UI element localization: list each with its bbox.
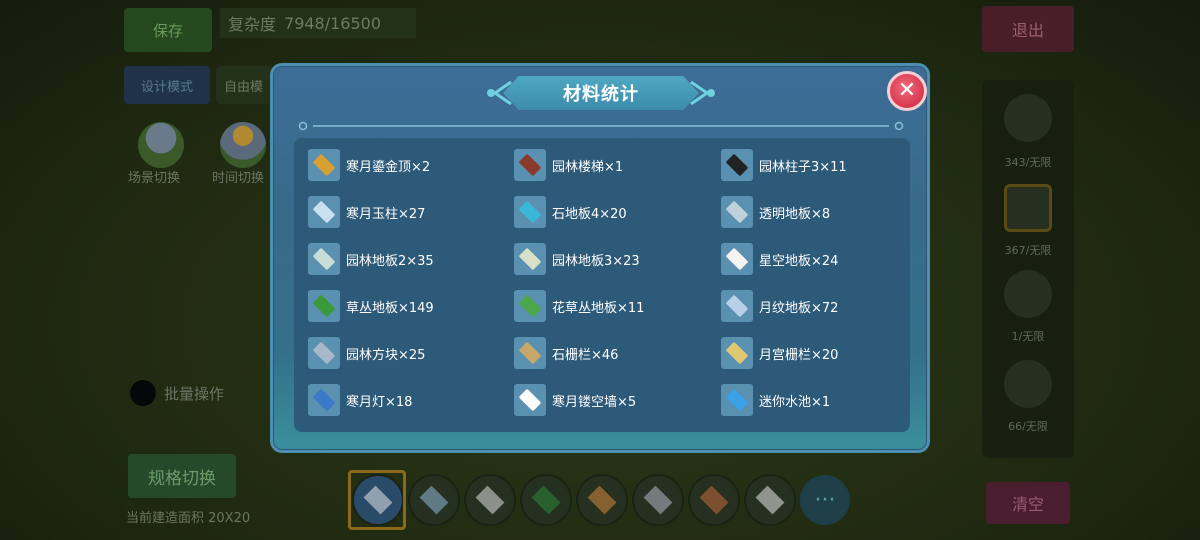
block-category-panel: 343/无限 367/无限 1/无限 66/无限	[982, 80, 1074, 458]
moon-tile-icon[interactable]	[408, 474, 460, 526]
white-tile-icon[interactable]	[464, 474, 516, 526]
ornament-right-icon	[690, 80, 715, 106]
material-item-label: 园林柱子3×11	[759, 159, 847, 175]
railing-icon[interactable]	[1004, 94, 1052, 142]
grass-block-icon[interactable]	[520, 474, 572, 526]
wall-block-icon[interactable]	[1004, 184, 1052, 232]
category-count: 1/无限	[1011, 330, 1045, 343]
jade-pillar-icon	[308, 196, 340, 228]
grass-floor-icon	[308, 290, 340, 322]
material-item-label: 园林方块×25	[346, 347, 426, 363]
clear-button[interactable]: 清空	[986, 482, 1070, 524]
garden-floor3-icon	[514, 243, 546, 275]
material-item: 寒月鎏金顶×2	[308, 148, 430, 182]
dialog-title: 材料统计	[503, 76, 699, 110]
design-mode-button[interactable]: 设计模式	[124, 66, 210, 104]
brick-tile-icon[interactable]	[688, 474, 740, 526]
spec-switch-button[interactable]: 规格切换	[128, 454, 236, 498]
moon-palace-fence-icon	[721, 337, 753, 369]
complexity-value: 7948/16500	[284, 13, 382, 33]
stone-block-icon[interactable]	[632, 474, 684, 526]
material-item: 月纹地板×72	[721, 289, 838, 323]
garden-pillar-icon	[721, 149, 753, 181]
material-item-label: 星空地板×24	[759, 253, 839, 269]
material-item-label: 寒月鎏金顶×2	[346, 159, 431, 175]
material-item-label: 寒月镂空墙×5	[552, 394, 637, 410]
garden-block-icon	[308, 337, 340, 369]
exit-button[interactable]: 退出	[982, 6, 1074, 52]
material-item: 寒月镂空墙×5	[514, 383, 636, 417]
material-item: 园林地板2×35	[308, 242, 434, 276]
material-stats-dialog: 材料统计 ✕ 寒月鎏金顶×2 园林楼梯×1 园林柱子3×11 寒月玉柱×27 石地板4×…	[270, 63, 930, 453]
hollow-wall-icon	[514, 384, 546, 416]
free-mode-button[interactable]: 自由模	[216, 66, 276, 104]
material-item: 寒月灯×18	[308, 383, 412, 417]
material-item: 石栅栏×46	[514, 336, 618, 370]
batch-toggle[interactable]	[130, 380, 156, 406]
garden-floor2-icon	[308, 243, 340, 275]
pillar-block-icon[interactable]	[1004, 270, 1052, 318]
time-switch-icon[interactable]	[220, 122, 266, 168]
material-item-label: 迷你水池×1	[759, 394, 831, 410]
material-item: 透明地板×8	[721, 195, 830, 229]
material-item: 草丛地板×149	[308, 289, 434, 323]
flower-grass-floor-icon	[514, 290, 546, 322]
category-count: 367/无限	[1004, 244, 1052, 257]
material-item: 月宫栅栏×20	[721, 336, 838, 370]
moon-pattern-floor-icon	[721, 290, 753, 322]
category-count: 66/无限	[1008, 420, 1048, 433]
material-item: 迷你水池×1	[721, 383, 830, 417]
material-item-label: 石栅栏×46	[552, 347, 619, 363]
material-item: 园林柱子3×11	[721, 148, 847, 182]
starry-floor-icon	[721, 243, 753, 275]
material-item: 寒月玉柱×27	[308, 195, 425, 229]
glass-floor-icon	[721, 196, 753, 228]
more-button[interactable]: ···	[800, 475, 850, 525]
moon-lamp-icon	[308, 384, 340, 416]
material-item-label: 月宫栅栏×20	[759, 347, 839, 363]
material-item-label: 石地板4×20	[552, 206, 627, 222]
close-button[interactable]: ✕	[887, 71, 927, 111]
category-count: 343/无限	[1004, 156, 1052, 169]
title-divider	[298, 121, 904, 131]
golden-roof-icon	[308, 149, 340, 181]
material-item-label: 草丛地板×149	[346, 300, 434, 316]
material-item: 园林方块×25	[308, 336, 425, 370]
material-item: 花草丛地板×11	[514, 289, 644, 323]
hotbar-selection-frame	[348, 470, 406, 530]
save-button[interactable]: 保存	[124, 8, 212, 52]
material-item: 星空地板×24	[721, 242, 838, 276]
material-item-label: 寒月灯×18	[346, 394, 413, 410]
material-item-label: 园林楼梯×1	[552, 159, 624, 175]
material-item: 石地板4×20	[514, 195, 627, 229]
complexity-readout: 复杂度 7948/16500	[220, 8, 416, 38]
material-item-label: 园林地板2×35	[346, 253, 434, 269]
time-switch-label: 时间切换	[212, 171, 265, 186]
material-item-label: 月纹地板×72	[759, 300, 839, 316]
complexity-label: 复杂度	[228, 15, 277, 34]
material-list: 寒月鎏金顶×2 园林楼梯×1 园林柱子3×11 寒月玉柱×27 石地板4×20 透明地板×…	[294, 138, 910, 432]
stone-fence-icon	[514, 337, 546, 369]
stair-block-icon[interactable]	[1004, 360, 1052, 408]
batch-label: 批量操作	[164, 385, 225, 403]
pattern-tile-icon[interactable]	[576, 474, 628, 526]
material-item-label: 寒月玉柱×27	[346, 206, 426, 222]
build-area-label: 当前建造面积 20X20	[126, 511, 251, 526]
material-item-label: 花草丛地板×11	[552, 300, 645, 316]
scene-switch-icon[interactable]	[138, 122, 184, 168]
mini-pool-icon	[721, 384, 753, 416]
scene-switch-label: 场景切换	[128, 171, 181, 186]
white-block-icon[interactable]	[744, 474, 796, 526]
material-item-label: 透明地板×8	[759, 206, 831, 222]
stone-floor-icon	[514, 196, 546, 228]
garden-stairs-icon	[514, 149, 546, 181]
material-item: 园林楼梯×1	[514, 148, 623, 182]
material-item: 园林地板3×23	[514, 242, 640, 276]
material-item-label: 园林地板3×23	[552, 253, 640, 269]
